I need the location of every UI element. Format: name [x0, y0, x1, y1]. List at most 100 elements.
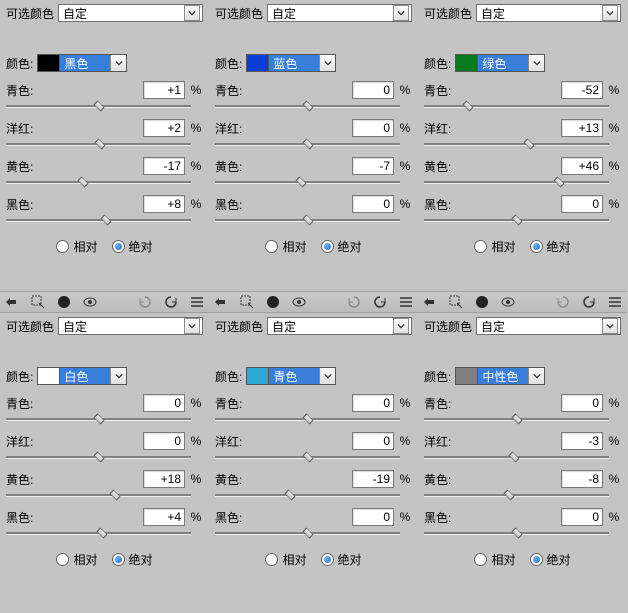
select-icon[interactable]	[30, 294, 46, 310]
preset-dropdown[interactable]: 自定	[476, 4, 621, 22]
hand-icon[interactable]	[213, 294, 229, 310]
color-dropdown[interactable]: 黑色	[37, 54, 127, 72]
yellow-slider[interactable]	[215, 489, 400, 501]
magenta-input[interactable]	[352, 119, 394, 137]
black-slider[interactable]	[6, 214, 191, 226]
color-dropdown[interactable]: 绿色	[455, 54, 545, 72]
absolute-radio[interactable]: 绝对	[530, 551, 571, 568]
preset-dropdown[interactable]: 自定	[58, 317, 203, 335]
prev-state-icon[interactable]	[346, 294, 362, 310]
hand-icon[interactable]	[422, 294, 438, 310]
magenta-slider[interactable]	[215, 138, 400, 150]
black-slider[interactable]	[215, 527, 400, 539]
cyan-label: 青色:	[424, 395, 454, 412]
mask-on-icon[interactable]	[56, 294, 72, 310]
yellow-slider[interactable]	[6, 176, 191, 188]
color-dropdown[interactable]: 白色	[37, 367, 127, 385]
select-icon[interactable]	[448, 294, 464, 310]
black-input[interactable]	[561, 195, 603, 213]
absolute-label: 绝对	[338, 551, 362, 568]
cyan-input[interactable]	[143, 394, 185, 412]
yellow-input[interactable]	[561, 157, 603, 175]
reset-icon[interactable]	[581, 294, 597, 310]
preset-dropdown[interactable]: 自定	[58, 4, 203, 22]
cyan-input[interactable]	[352, 81, 394, 99]
menu-icon[interactable]	[398, 294, 414, 310]
black-input[interactable]	[561, 508, 603, 526]
mask-on-icon[interactable]	[265, 294, 281, 310]
black-label: 黑色:	[424, 196, 454, 213]
cyan-input[interactable]	[561, 394, 603, 412]
cyan-slider[interactable]	[215, 413, 400, 425]
yellow-slider[interactable]	[215, 176, 400, 188]
select-icon[interactable]	[239, 294, 255, 310]
eye-icon[interactable]	[82, 294, 98, 310]
color-dropdown[interactable]: 青色	[246, 367, 336, 385]
magenta-slider[interactable]	[424, 451, 609, 463]
color-dropdown[interactable]: 蓝色	[246, 54, 336, 72]
black-slider[interactable]	[215, 214, 400, 226]
cyan-input[interactable]	[561, 81, 603, 99]
yellow-input[interactable]	[143, 157, 185, 175]
magenta-input[interactable]	[352, 432, 394, 450]
cyan-slider[interactable]	[6, 100, 191, 112]
cyan-slider[interactable]	[6, 413, 191, 425]
yellow-slider[interactable]	[6, 489, 191, 501]
magenta-input[interactable]	[143, 119, 185, 137]
percent-label: %	[189, 396, 203, 410]
yellow-input[interactable]	[352, 470, 394, 488]
yellow-input[interactable]	[352, 157, 394, 175]
cyan-slider[interactable]	[424, 100, 609, 112]
percent-label: %	[398, 510, 412, 524]
magenta-input[interactable]	[561, 119, 603, 137]
menu-icon[interactable]	[607, 294, 623, 310]
magenta-slider[interactable]	[215, 451, 400, 463]
mask-on-icon[interactable]	[474, 294, 490, 310]
hand-icon[interactable]	[4, 294, 20, 310]
black-slider[interactable]	[424, 214, 609, 226]
absolute-radio[interactable]: 绝对	[321, 551, 362, 568]
yellow-input[interactable]	[143, 470, 185, 488]
black-label: 黑色:	[215, 509, 245, 526]
black-input[interactable]	[352, 508, 394, 526]
black-input[interactable]	[143, 195, 185, 213]
eye-icon[interactable]	[291, 294, 307, 310]
absolute-radio[interactable]: 绝对	[112, 238, 153, 255]
prev-state-icon[interactable]	[555, 294, 571, 310]
magenta-input[interactable]	[561, 432, 603, 450]
absolute-radio[interactable]: 绝对	[112, 551, 153, 568]
cyan-slider[interactable]	[215, 100, 400, 112]
magenta-slider[interactable]	[6, 451, 191, 463]
magenta-slider[interactable]	[6, 138, 191, 150]
absolute-radio[interactable]: 绝对	[321, 238, 362, 255]
absolute-radio[interactable]: 绝对	[530, 238, 571, 255]
relative-radio[interactable]: 相对	[474, 551, 515, 568]
black-slider[interactable]	[424, 527, 609, 539]
color-dropdown[interactable]: 中性色	[455, 367, 545, 385]
relative-radio[interactable]: 相对	[56, 551, 97, 568]
relative-radio[interactable]: 相对	[265, 551, 306, 568]
magenta-slider[interactable]	[424, 138, 609, 150]
black-slider[interactable]	[6, 527, 191, 539]
black-input[interactable]	[143, 508, 185, 526]
yellow-slider[interactable]	[424, 489, 609, 501]
black-input[interactable]	[352, 195, 394, 213]
preset-dropdown[interactable]: 自定	[267, 4, 412, 22]
eye-icon[interactable]	[500, 294, 516, 310]
magenta-input[interactable]	[143, 432, 185, 450]
cyan-input[interactable]	[352, 394, 394, 412]
cyan-input[interactable]	[143, 81, 185, 99]
prev-state-icon[interactable]	[137, 294, 153, 310]
relative-radio[interactable]: 相对	[474, 238, 515, 255]
preset-dropdown[interactable]: 自定	[476, 317, 621, 335]
reset-icon[interactable]	[163, 294, 179, 310]
yellow-slider[interactable]	[424, 176, 609, 188]
cyan-slider[interactable]	[424, 413, 609, 425]
menu-icon[interactable]	[189, 294, 205, 310]
yellow-input[interactable]	[561, 470, 603, 488]
relative-radio[interactable]: 相对	[56, 238, 97, 255]
reset-icon[interactable]	[372, 294, 388, 310]
preset-dropdown[interactable]: 自定	[267, 317, 412, 335]
relative-radio[interactable]: 相对	[265, 238, 306, 255]
color-name: 白色	[60, 368, 110, 384]
